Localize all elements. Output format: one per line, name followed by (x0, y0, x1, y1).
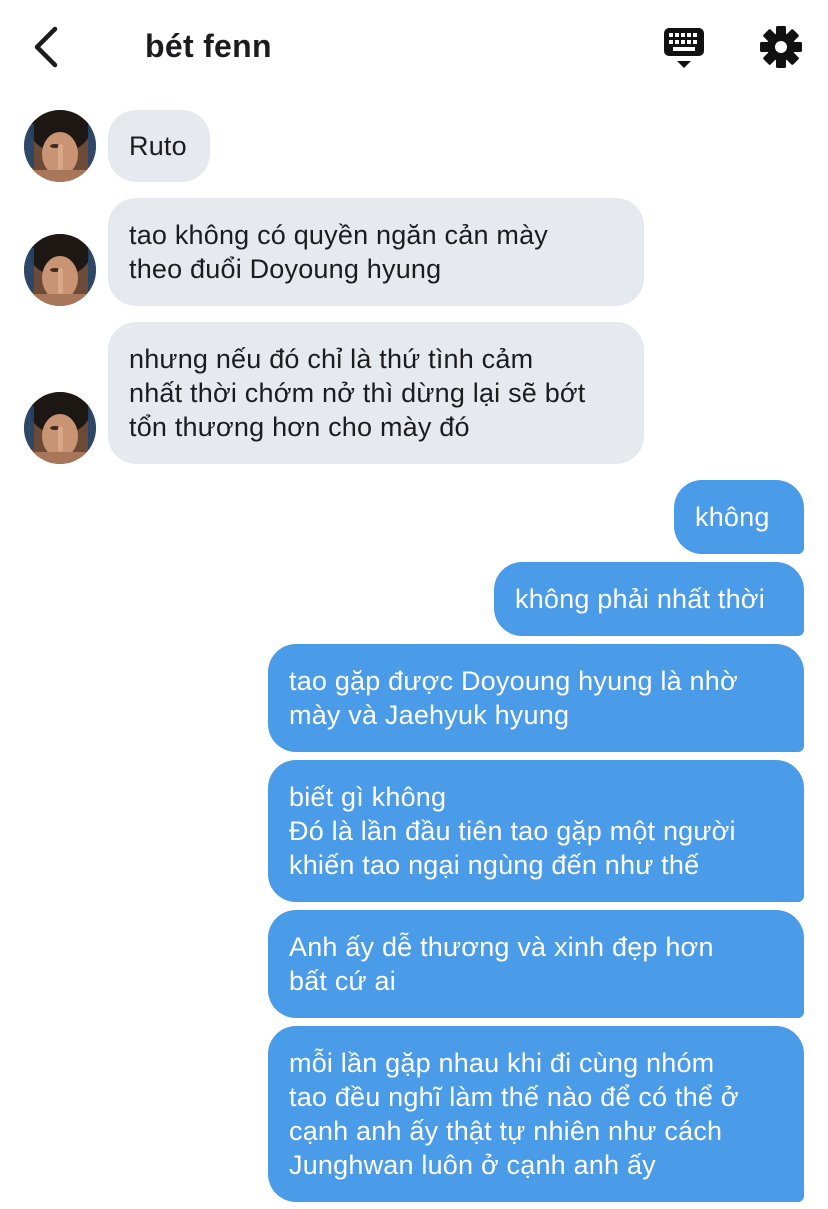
message-text: nhưng nếu đó chỉ là thứ tình cảm nhất th… (129, 344, 586, 442)
message-list[interactable]: Ruto tao không có quyền ngăn cản mày the… (0, 0, 828, 1209)
contact-avatar-icon (24, 234, 96, 306)
message-bubble-outgoing[interactable]: không phải nhất thời (494, 562, 804, 636)
message-bubble-outgoing[interactable]: không (674, 480, 804, 554)
message-text: tao gặp được Doyoung hyung là nhờ mày và… (289, 666, 738, 730)
message-bubble-outgoing[interactable]: tao gặp được Doyoung hyung là nhờ mày và… (268, 644, 804, 752)
message-bubble-incoming[interactable]: nhưng nếu đó chỉ là thứ tình cảm nhất th… (108, 322, 644, 464)
avatar[interactable] (24, 234, 96, 306)
message-text: mỗi lần gặp nhau khi đi cùng nhóm tao đề… (289, 1048, 739, 1180)
contact-avatar-icon (24, 110, 96, 182)
message-bubble-outgoing[interactable]: mỗi lần gặp nhau khi đi cùng nhóm tao đề… (268, 1026, 804, 1202)
message-bubble-outgoing[interactable]: Anh ấy dễ thương và xinh đẹp hơn bất cứ … (268, 910, 804, 1018)
avatar[interactable] (24, 392, 96, 464)
message-text: Ruto (129, 131, 187, 161)
avatar[interactable] (24, 110, 96, 182)
message-text: tao không có quyền ngăn cản mày theo đuổ… (129, 220, 548, 284)
message-bubble-incoming[interactable]: Ruto (108, 110, 210, 182)
message-text: biết gì không Đó là lần đầu tiên tao gặp… (289, 782, 736, 880)
message-bubble-incoming[interactable]: tao không có quyền ngăn cản mày theo đuổ… (108, 198, 644, 306)
message-text: không phải nhất thời (515, 584, 765, 614)
message-text: Anh ấy dễ thương và xinh đẹp hơn bất cứ … (289, 932, 714, 996)
contact-avatar-icon (24, 392, 96, 464)
message-bubble-outgoing[interactable]: biết gì không Đó là lần đầu tiên tao gặp… (268, 760, 804, 902)
message-text: không (695, 502, 770, 532)
